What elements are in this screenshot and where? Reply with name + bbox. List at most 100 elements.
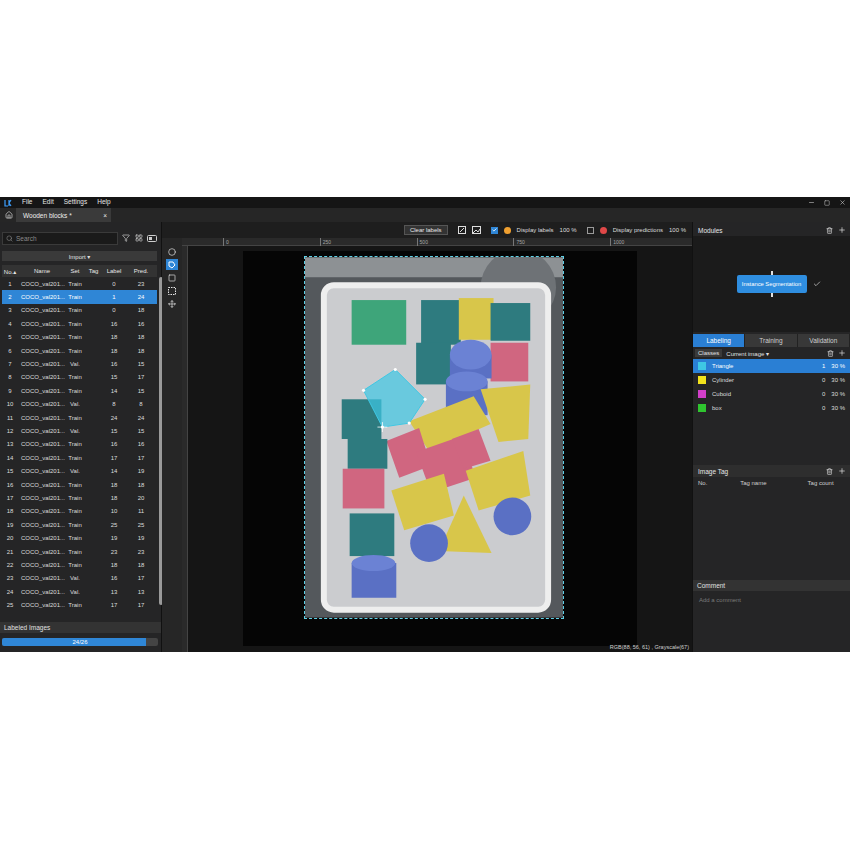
table-row[interactable]: 11COCO_val201...Train2424 bbox=[2, 411, 157, 424]
image-selection[interactable] bbox=[304, 256, 564, 619]
row-prediction-count: 17 bbox=[125, 455, 157, 461]
triangle-annotation[interactable] bbox=[362, 368, 427, 429]
row-set: Train bbox=[66, 348, 84, 354]
table-row[interactable]: 20COCO_val201...Train1919 bbox=[2, 531, 157, 544]
tool-button[interactable] bbox=[166, 246, 178, 257]
clear-labels-button[interactable]: Clear labels bbox=[404, 225, 448, 235]
class-threshold: 30 % bbox=[831, 377, 845, 383]
document-tab[interactable]: Wooden blocks *× bbox=[16, 208, 111, 222]
row-prediction-count: 23 bbox=[125, 281, 157, 287]
menu-item[interactable]: Settings bbox=[64, 199, 88, 206]
column-header[interactable]: No.▴ bbox=[2, 268, 18, 275]
table-row[interactable]: 23COCO_val201...Val.1617 bbox=[2, 572, 157, 585]
maximize-icon[interactable] bbox=[824, 200, 830, 206]
column-header[interactable]: Label bbox=[103, 268, 125, 274]
trash-icon[interactable] bbox=[827, 350, 834, 357]
panel-tab[interactable]: Training bbox=[745, 334, 797, 347]
table-row[interactable]: 2COCO_val201...Train124 bbox=[2, 290, 157, 303]
fit-view-icon[interactable] bbox=[458, 226, 466, 234]
tool-button[interactable] bbox=[166, 285, 178, 296]
table-row[interactable]: 17COCO_val201...Train1820 bbox=[2, 491, 157, 504]
column-header[interactable]: Set bbox=[66, 268, 84, 274]
table-row[interactable]: 19COCO_val201...Train2525 bbox=[2, 518, 157, 531]
toggle-button[interactable] bbox=[147, 233, 157, 243]
table-row[interactable]: 8COCO_val201...Train1517 bbox=[2, 371, 157, 384]
close-window-icon[interactable] bbox=[839, 199, 846, 206]
trash-icon[interactable] bbox=[826, 468, 833, 475]
panel-tab[interactable]: Labeling bbox=[693, 334, 745, 347]
row-set: Val. bbox=[66, 575, 84, 581]
tool-button[interactable] bbox=[166, 298, 178, 309]
column-header[interactable]: Tag bbox=[84, 268, 103, 274]
import-button[interactable]: Import ▾ bbox=[2, 251, 157, 261]
tool-button[interactable] bbox=[166, 272, 178, 283]
table-row[interactable]: 4COCO_val201...Train1616 bbox=[2, 317, 157, 330]
minimize-icon[interactable] bbox=[808, 199, 815, 206]
table-row[interactable]: 15COCO_val201...Val.1419 bbox=[2, 464, 157, 477]
class-count: 1 bbox=[815, 363, 825, 369]
panel-tab[interactable]: Validation bbox=[798, 334, 850, 347]
plus-icon[interactable] bbox=[838, 349, 846, 357]
row-label-count: 25 bbox=[103, 522, 125, 528]
row-set: Val. bbox=[66, 361, 84, 367]
plus-icon[interactable] bbox=[838, 467, 846, 475]
table-row[interactable]: 24COCO_val201...Val.1313 bbox=[2, 585, 157, 598]
table-row[interactable]: 6COCO_val201...Train1818 bbox=[2, 344, 157, 357]
image-icon[interactable] bbox=[472, 226, 481, 234]
filter-button[interactable] bbox=[121, 233, 131, 243]
predictions-opacity[interactable]: 100 % bbox=[669, 227, 686, 233]
canvas-column: Clear labelsDisplay labels100 %Display p… bbox=[162, 222, 692, 652]
class-threshold: 30 % bbox=[831, 405, 845, 411]
search-field[interactable]: Search bbox=[2, 232, 118, 245]
table-row[interactable]: 21COCO_val201...Train2323 bbox=[2, 545, 157, 558]
table-row[interactable]: 9COCO_val201...Train1415 bbox=[2, 384, 157, 397]
app-window: File Edit Settings Help Wooden blocks *× Sear… bbox=[0, 197, 850, 652]
row-name: COCO_val201... bbox=[18, 535, 66, 541]
trash-icon[interactable] bbox=[826, 227, 833, 234]
table-row[interactable]: 10COCO_val201...Val.88 bbox=[2, 398, 157, 411]
table-row[interactable]: 13COCO_val201...Train1616 bbox=[2, 438, 157, 451]
row-set: Train bbox=[66, 482, 84, 488]
display-predictions-checkbox[interactable] bbox=[587, 227, 594, 234]
column-header: No. bbox=[698, 480, 740, 486]
table-row[interactable]: 18COCO_val201...Train1011 bbox=[2, 505, 157, 518]
class-row[interactable]: Cylinder030 % bbox=[693, 373, 850, 387]
home-button[interactable] bbox=[2, 208, 15, 222]
display-labels-label: Display labels bbox=[517, 227, 554, 233]
class-row[interactable]: box030 % bbox=[693, 401, 850, 415]
menu-item[interactable]: Help bbox=[97, 199, 110, 206]
row-label-count: 8 bbox=[103, 401, 125, 407]
column-header[interactable]: Name bbox=[18, 268, 66, 274]
table-row[interactable]: 12COCO_val201...Val.1515 bbox=[2, 424, 157, 437]
column-header[interactable]: Pred. bbox=[125, 268, 157, 274]
plus-icon[interactable] bbox=[838, 226, 846, 234]
tab-close-button[interactable]: × bbox=[103, 212, 107, 219]
class-row[interactable]: Cuboid030 % bbox=[693, 387, 850, 401]
tool-button[interactable] bbox=[166, 259, 178, 270]
table-row[interactable]: 7COCO_val201...Val.1615 bbox=[2, 357, 157, 370]
module-node[interactable]: Instance Segmentation bbox=[737, 275, 807, 293]
comment-field[interactable]: Add a comment bbox=[693, 591, 850, 609]
table-row[interactable]: 3COCO_val201...Train018 bbox=[2, 304, 157, 317]
grid-icon bbox=[135, 234, 143, 242]
row-set: Val. bbox=[66, 468, 84, 474]
labels-opacity[interactable]: 100 % bbox=[560, 227, 577, 233]
row-number: 14 bbox=[2, 455, 18, 461]
table-row[interactable]: 16COCO_val201...Train1818 bbox=[2, 478, 157, 491]
search-row: Search bbox=[0, 231, 161, 245]
class-row[interactable]: Triangle130 % bbox=[693, 359, 850, 373]
menu-item[interactable]: File bbox=[22, 199, 32, 206]
grid-view-button[interactable] bbox=[134, 233, 144, 243]
row-label-count: 18 bbox=[103, 348, 125, 354]
row-label-count: 15 bbox=[103, 374, 125, 380]
table-row[interactable]: 22COCO_val201...Train1818 bbox=[2, 558, 157, 571]
table-row[interactable]: 14COCO_val201...Train1717 bbox=[2, 451, 157, 464]
menu-item[interactable]: Edit bbox=[42, 199, 53, 206]
column-header: Tag name bbox=[740, 480, 807, 486]
table-row[interactable]: 1COCO_val201...Train023 bbox=[2, 277, 157, 290]
classes-filter[interactable]: Current image ▾ bbox=[726, 350, 823, 357]
display-labels-checkbox[interactable] bbox=[491, 227, 498, 234]
row-number: 20 bbox=[2, 535, 18, 541]
table-row[interactable]: 5COCO_val201...Train1818 bbox=[2, 331, 157, 344]
table-row[interactable]: 25COCO_val201...Train1717 bbox=[2, 598, 157, 611]
